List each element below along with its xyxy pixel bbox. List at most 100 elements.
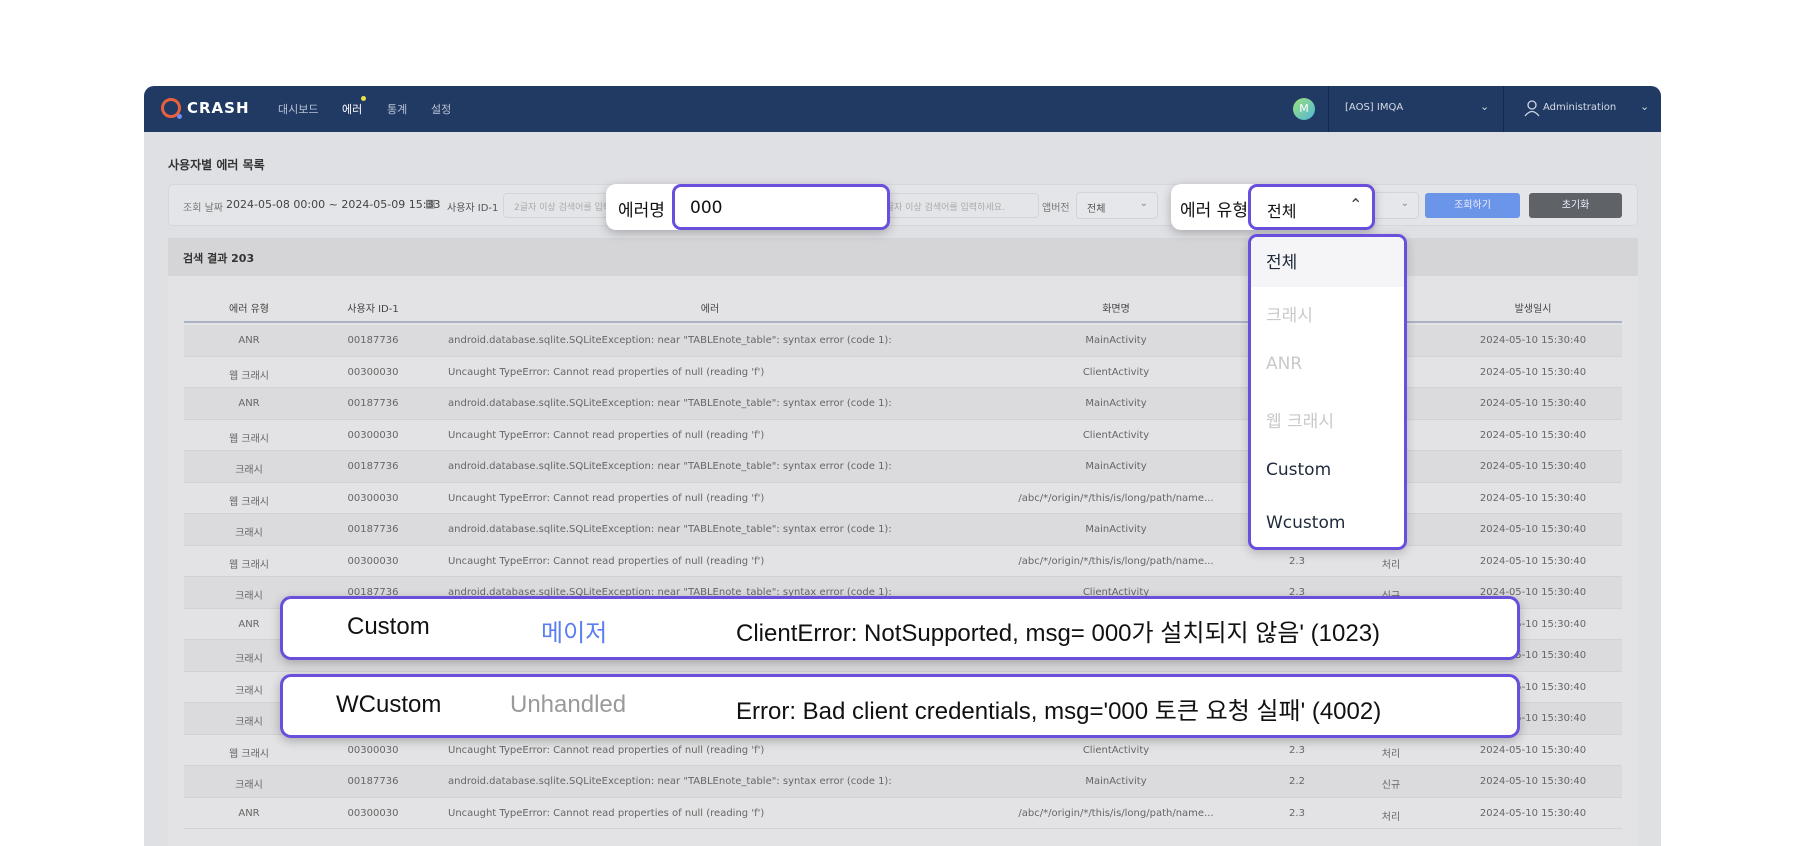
cell-error: android.database.sqlite.SQLiteException:…	[448, 461, 892, 472]
cell-status: 처리	[1381, 811, 1401, 823]
app-version-value: 전체	[1087, 204, 1106, 215]
cell-status: 신규	[1381, 780, 1401, 791]
cell-error-type: 웹 크래시	[229, 496, 269, 508]
reset-button[interactable]: 초기화	[1529, 193, 1622, 218]
chevron-down-icon[interactable]: ⌄	[1640, 100, 1649, 113]
logo[interactable]: CRASH	[161, 98, 250, 119]
divider	[1503, 86, 1504, 132]
cell-screen: /abc/*/origin/*/this/is/long/path/name..…	[1018, 492, 1214, 504]
nav-item-stats[interactable]: 통계	[387, 101, 407, 117]
dropdown-option[interactable]: Custom	[1251, 446, 1404, 499]
results-panel: 검색 결과 203 에러 유형 사용자 ID-1 에러 화면명 발생일시 ANR…	[168, 238, 1638, 846]
table-row[interactable]: 크래시 00187736 android.database.sqlite.SQLit…	[184, 766, 1622, 798]
chevron-down-icon: ⌄	[1139, 198, 1148, 209]
cell-error-type: 웹 크래시	[229, 370, 269, 382]
page-title: 사용자별 에러 목록	[168, 158, 265, 172]
search-button[interactable]: 조회하기	[1425, 193, 1520, 218]
table-row[interactable]: ANR 00300030 Uncaught TypeError: Cannot re…	[184, 797, 1622, 829]
cell-error: Uncaught TypeError: Cannot read properti…	[448, 807, 765, 819]
cell-user-id: 00300030	[347, 366, 399, 378]
cell-occurred-at: 2024-05-10 15:30:40	[1479, 555, 1587, 567]
cell-screen: ClientActivity	[1082, 744, 1150, 756]
user-menu[interactable]: Administration	[1543, 102, 1616, 113]
callout-error-level: 메이저	[541, 620, 608, 647]
callout-error-type: Custom	[347, 613, 430, 640]
keyword-input[interactable]: 2글자 이상 검색어를 입력하세요.	[869, 193, 1039, 218]
divider	[1328, 86, 1329, 132]
date-label: 조회 날짜	[183, 203, 223, 214]
cell-error-type: 웹 크래시	[229, 559, 269, 571]
cell-occurred-at: 2024-05-10 15:30:40	[1479, 492, 1587, 504]
cell-error: Uncaught TypeError: Cannot read properti…	[448, 366, 765, 378]
cell-occurred-at: 2024-05-10 15:30:40	[1479, 807, 1587, 819]
cell-occurred-at: 2024-05-10 15:30:40	[1479, 335, 1587, 346]
error-type-select[interactable]: 전체 ⌃	[1248, 184, 1375, 230]
logo-icon	[161, 98, 182, 119]
active-dot-icon	[361, 96, 366, 101]
cell-user-id: 00300030	[347, 492, 399, 504]
cell-error-type: 크래시	[235, 528, 263, 539]
error-name-label: 에러명	[618, 201, 665, 221]
cell-occurred-at: 2024-05-10 15:30:40	[1479, 776, 1587, 787]
cell-user-id: 00300030	[347, 429, 399, 441]
cell-user-id: 00300030	[347, 744, 399, 756]
cell-user-id: 00187736	[347, 335, 399, 346]
cell-status: 처리	[1381, 748, 1401, 760]
logo-text: CRASH	[187, 99, 250, 117]
app-version-select[interactable]: 전체 ⌄	[1076, 192, 1158, 219]
callout-error-level: Unhandled	[510, 691, 627, 718]
error-name-input[interactable]: 000	[672, 184, 890, 230]
cell-error: Uncaught TypeError: Cannot read properti…	[448, 744, 765, 756]
cell-error-type: 크래시	[235, 685, 263, 697]
col-user-id: 사용자 ID-1	[347, 304, 399, 315]
chevron-up-icon: ⌃	[1349, 195, 1363, 214]
avatar[interactable]: M	[1293, 98, 1315, 120]
error-type-label: 에러 유형	[1180, 201, 1248, 221]
cell-error: Uncaught TypeError: Cannot read properti…	[448, 555, 765, 567]
user-id-label: 사용자 ID-1	[447, 203, 499, 214]
cell-version: 2.3	[1289, 744, 1305, 756]
error-type-dropdown: 전체 크래시 ANR 웹 크래시 Custom Wcustom	[1248, 234, 1407, 550]
cell-user-id: 00187736	[347, 461, 399, 472]
cell-error-type: ANR	[238, 618, 260, 630]
cell-error: android.database.sqlite.SQLiteException:…	[448, 524, 892, 535]
cell-occurred-at: 2024-05-10 15:30:40	[1479, 398, 1587, 409]
table-row[interactable]: 웹 크래시 00300030 Uncaught TypeError: Cannot …	[184, 734, 1622, 766]
error-type-value: 전체	[1267, 202, 1297, 221]
app-version-label: 앱버전	[1042, 203, 1070, 214]
dropdown-option: ANR	[1266, 354, 1303, 374]
col-error: 에러	[700, 304, 720, 315]
error-name-callout: 에러명 000	[606, 184, 890, 230]
nav-item-settings[interactable]: 설정	[431, 101, 451, 117]
highlight-callout: Custom 메이저 ClientError: NotSupported, msg=…	[280, 596, 1520, 660]
error-name-value: 000	[690, 198, 723, 218]
table-row[interactable]: 웹 크래시 00300030 Uncaught TypeError: Cannot …	[184, 545, 1622, 577]
nav-item-dashboard[interactable]: 대시보드	[278, 101, 318, 117]
chevron-down-icon: ⌄	[1400, 198, 1409, 209]
cell-error-type: 웹 크래시	[229, 748, 269, 760]
cell-screen: MainActivity	[1085, 461, 1147, 472]
cell-occurred-at: 2024-05-10 15:30:40	[1479, 524, 1587, 535]
col-screen: 화면명	[1102, 304, 1130, 315]
dropdown-option[interactable]: 전체	[1251, 237, 1404, 287]
cell-error: android.database.sqlite.SQLiteException:…	[448, 398, 892, 409]
error-type-callout: 에러 유형 전체 ⌃	[1171, 184, 1375, 230]
cell-screen: ClientActivity	[1082, 429, 1150, 441]
cell-user-id: 00300030	[347, 555, 399, 567]
cell-screen: MainActivity	[1085, 524, 1147, 535]
dropdown-option[interactable]: Wcustom	[1251, 499, 1404, 547]
col-occurred-at: 발생일시	[1514, 304, 1552, 315]
cell-status: 처리	[1381, 559, 1401, 571]
project-selector[interactable]: [AOS] IMQA	[1345, 102, 1403, 113]
calendar-icon[interactable]: ▦	[425, 197, 435, 210]
cell-error: Uncaught TypeError: Cannot read properti…	[448, 492, 765, 504]
cell-user-id: 00187736	[347, 524, 399, 535]
cell-occurred-at: 2024-05-10 15:30:40	[1479, 429, 1587, 441]
chevron-down-icon[interactable]: ⌄	[1480, 100, 1489, 113]
col-error-type: 에러 유형	[229, 304, 269, 315]
nav-item-errors[interactable]: 에러	[342, 101, 362, 117]
date-range[interactable]: 2024-05-08 00:00 ~ 2024-05-09 15:33	[226, 198, 440, 211]
cell-error: android.database.sqlite.SQLiteException:…	[448, 335, 892, 346]
cell-version: 2.3	[1289, 807, 1305, 819]
callout-error-type: WCustom	[336, 691, 442, 718]
